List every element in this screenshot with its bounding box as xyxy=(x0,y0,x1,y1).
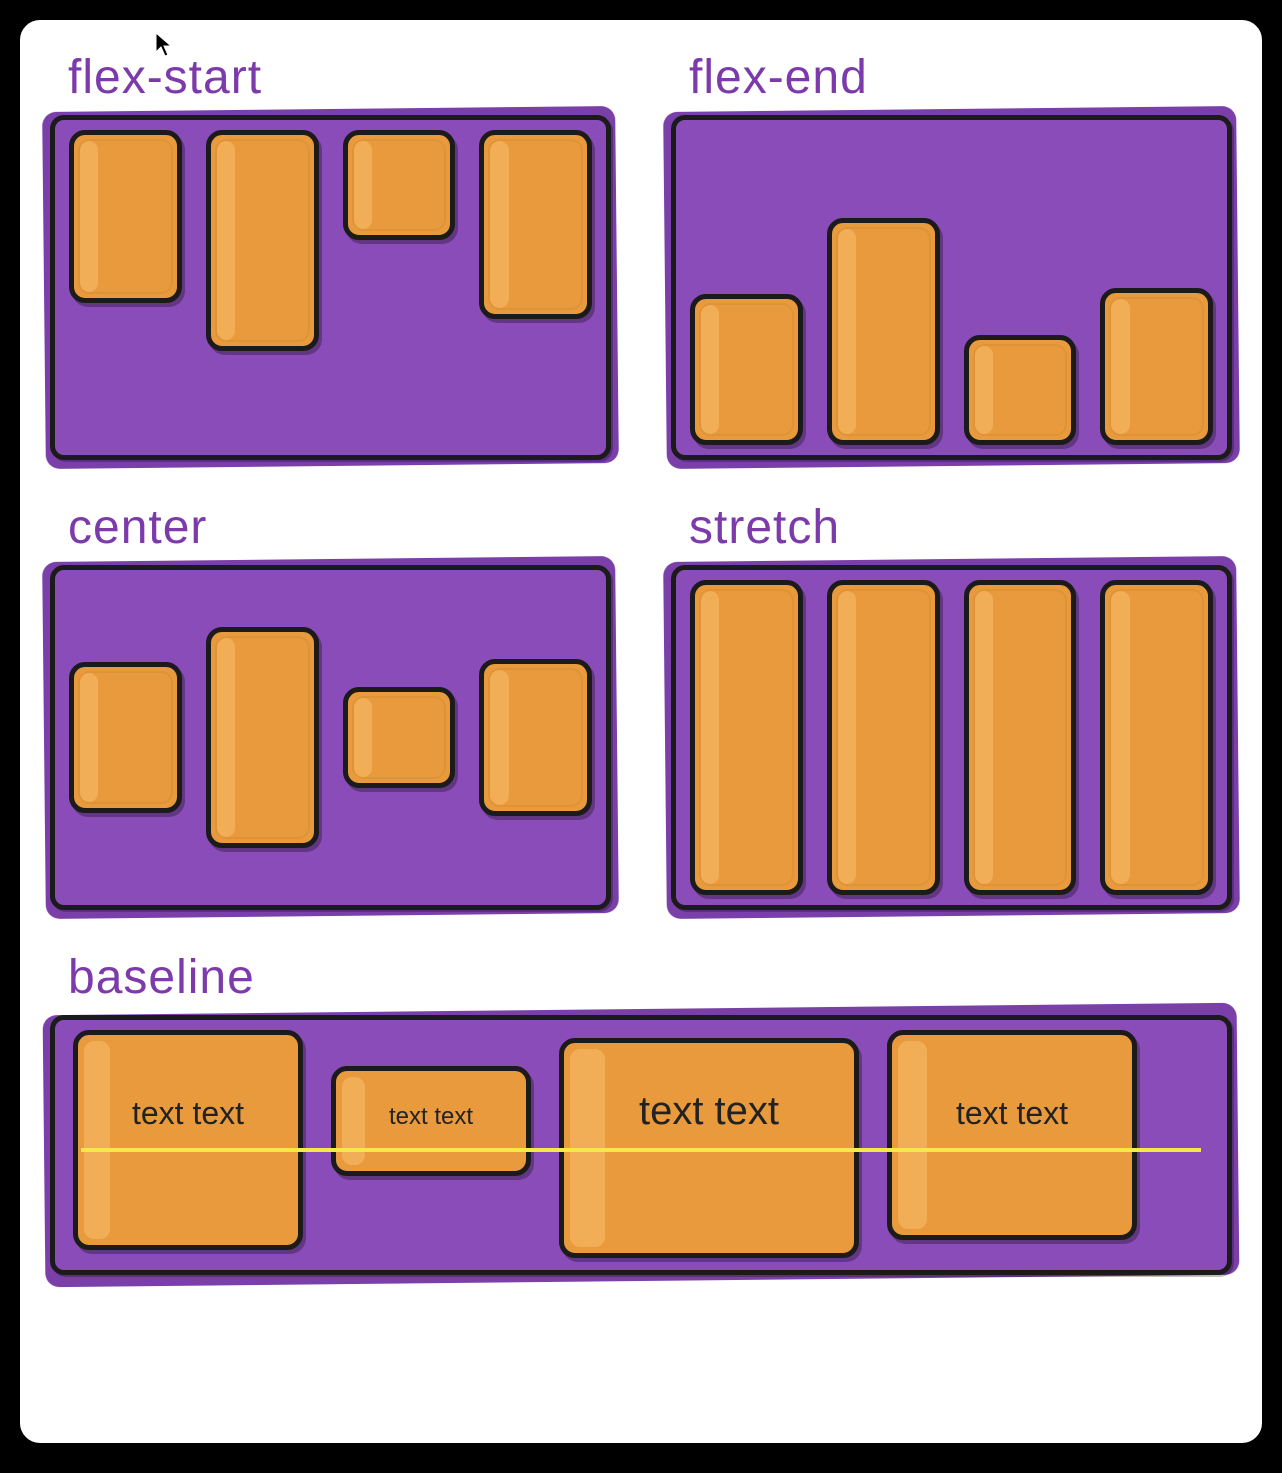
flex-item xyxy=(69,662,182,813)
flex-item xyxy=(206,627,319,848)
flex-item xyxy=(206,130,319,351)
flex-container xyxy=(671,115,1232,460)
row-1: flex-start flex-end xyxy=(50,50,1232,460)
flex-item xyxy=(343,687,456,788)
row-2: center stretch xyxy=(50,500,1232,910)
panel-label: flex-start xyxy=(68,50,611,105)
panel-label: stretch xyxy=(689,500,1232,555)
flex-item xyxy=(827,218,940,445)
item-text: text text xyxy=(132,1095,244,1132)
flex-item xyxy=(343,130,456,240)
item-text: text text xyxy=(389,1103,473,1131)
flex-item xyxy=(479,130,592,319)
item-text: text text xyxy=(956,1095,1068,1132)
flex-item xyxy=(964,335,1077,445)
panel-label: center xyxy=(68,500,611,555)
flex-item xyxy=(690,580,803,895)
panel-center: center xyxy=(50,500,611,910)
flex-item xyxy=(964,580,1077,895)
baseline-line xyxy=(81,1148,1201,1152)
panel-flex-start: flex-start xyxy=(50,50,611,460)
flex-container xyxy=(671,565,1232,910)
panel-stretch: stretch xyxy=(671,500,1232,910)
flex-container xyxy=(50,565,611,910)
panel-label: flex-end xyxy=(689,50,1232,105)
panel-label: baseline xyxy=(68,950,1232,1005)
flex-item xyxy=(827,580,940,895)
flex-item: text text xyxy=(887,1030,1137,1240)
item-text: text text xyxy=(639,1089,779,1134)
flex-item xyxy=(690,294,803,445)
flex-item xyxy=(479,659,592,817)
flex-item: text text xyxy=(73,1030,303,1250)
diagram-page: flex-start flex-end xyxy=(10,10,1272,1453)
flex-container xyxy=(50,115,611,460)
flex-item xyxy=(1100,580,1213,895)
panel-flex-end: flex-end xyxy=(671,50,1232,460)
flex-item xyxy=(69,130,182,303)
flex-item xyxy=(1100,288,1213,446)
panel-baseline: baseline text text text text text text t… xyxy=(50,950,1232,1275)
flex-container: text text text text text text text text xyxy=(50,1015,1232,1275)
flex-item: text text xyxy=(331,1066,531,1176)
